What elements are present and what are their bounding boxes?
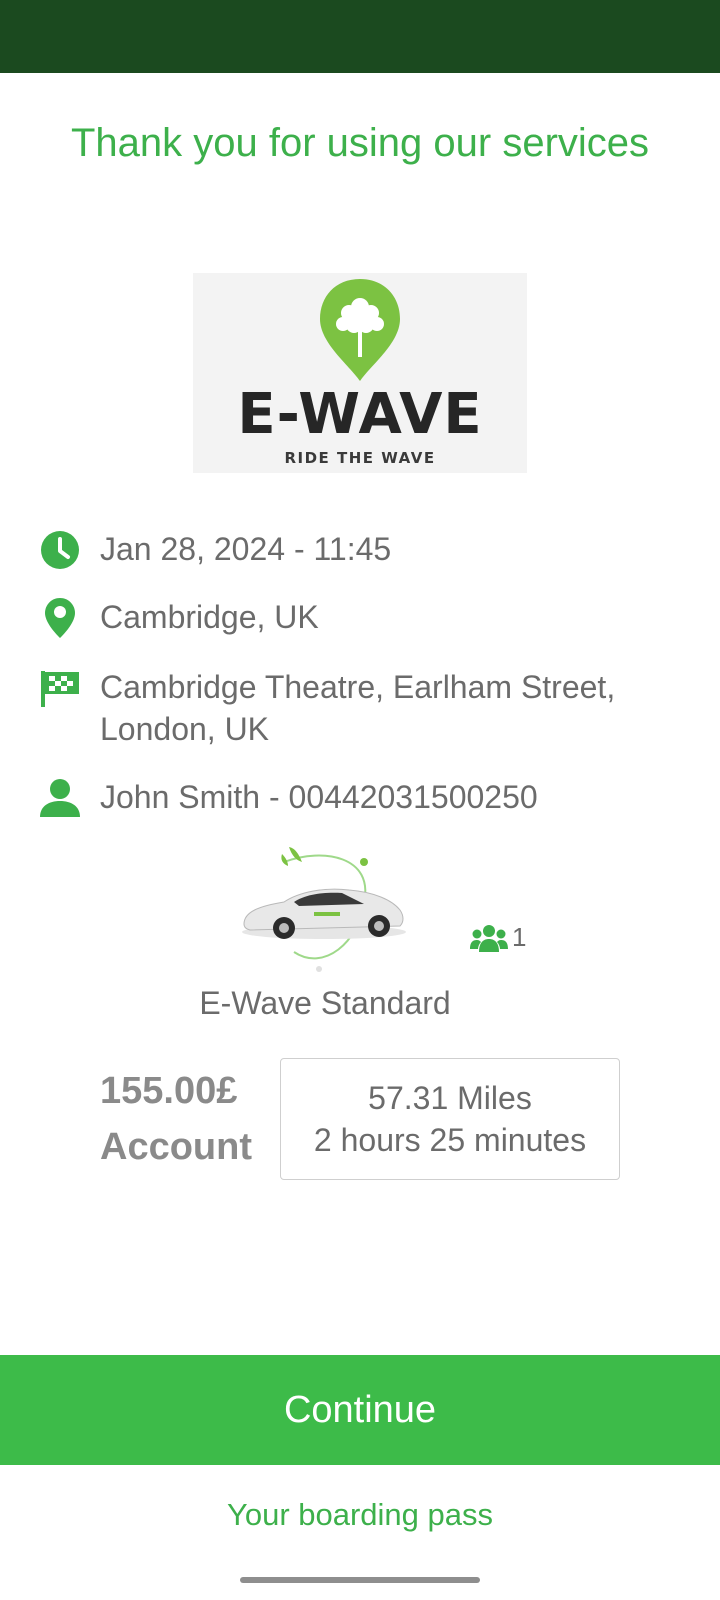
vehicle-type: E-Wave Standard bbox=[199, 985, 451, 1021]
fare-amount: 155.00£ bbox=[100, 1070, 238, 1112]
electric-car-image bbox=[242, 847, 406, 972]
tree-location-pin-icon bbox=[320, 279, 400, 381]
passenger-count: 1 bbox=[470, 922, 526, 953]
boarding-pass-link[interactable]: Your boarding pass bbox=[0, 1497, 720, 1533]
passenger-info: John Smith - 00442031500250 bbox=[100, 779, 538, 815]
trip-summary-box: 57.31 Miles 2 hours 25 minutes bbox=[280, 1058, 620, 1180]
passenger-row: John Smith - 00442031500250 bbox=[38, 776, 678, 820]
dropoff-row: Cambridge Theatre, Earlham Street, Londo… bbox=[38, 666, 678, 750]
trip-date-row: Jan 28, 2024 - 11:45 bbox=[38, 528, 678, 572]
trip-date-time: Jan 28, 2024 - 11:45 bbox=[100, 531, 392, 567]
logo-tagline: RIDE THE WAVE bbox=[284, 449, 436, 467]
home-indicator[interactable] bbox=[240, 1577, 480, 1583]
user-icon bbox=[38, 776, 82, 820]
checkered-flag-icon bbox=[38, 666, 82, 710]
dropoff-location: Cambridge Theatre, Earlham Street, Londo… bbox=[100, 669, 616, 747]
users-icon bbox=[470, 924, 508, 952]
trip-distance: 57.31 Miles bbox=[368, 1080, 532, 1116]
fare-summary: 155.00£ Account bbox=[100, 1063, 252, 1175]
logo-wordmark: E-WAVE bbox=[237, 382, 483, 447]
location-pin-icon bbox=[38, 596, 82, 640]
continue-button[interactable]: Continue bbox=[0, 1355, 720, 1465]
pickup-row: Cambridge, UK bbox=[38, 596, 678, 640]
pickup-location: Cambridge, UK bbox=[100, 599, 319, 635]
company-logo: E-WAVE RIDE THE WAVE bbox=[193, 273, 527, 473]
page-title: Thank you for using our services bbox=[70, 121, 650, 165]
trip-duration: 2 hours 25 minutes bbox=[313, 1122, 587, 1158]
payment-method: Account bbox=[100, 1126, 252, 1168]
clock-icon bbox=[38, 528, 82, 572]
status-bar bbox=[0, 0, 720, 73]
passenger-count-value: 1 bbox=[512, 922, 527, 952]
